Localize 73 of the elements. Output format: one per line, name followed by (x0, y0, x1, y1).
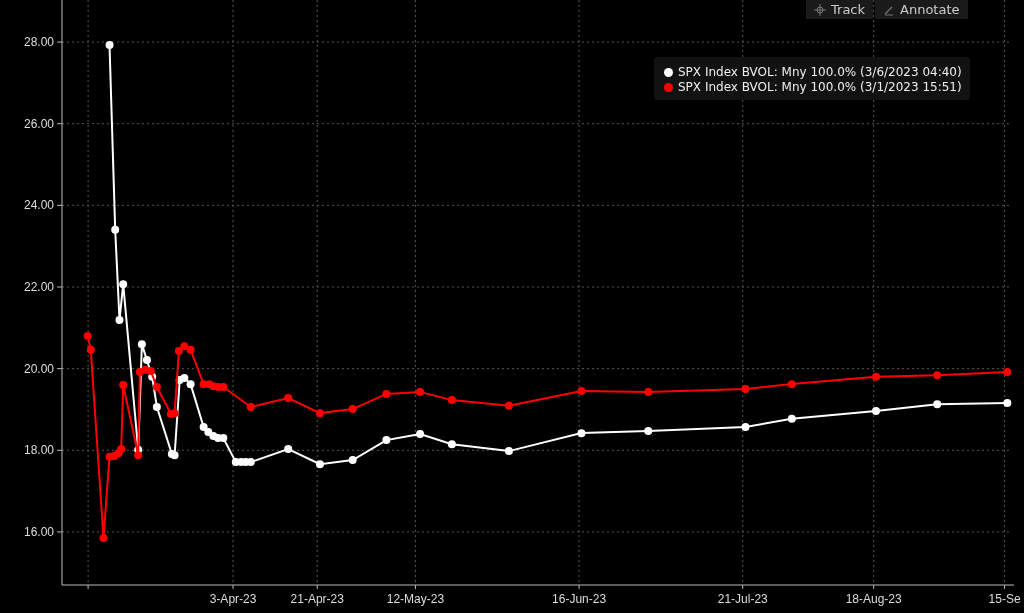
data-point (246, 458, 255, 467)
x-axis-label: 16-Jun-23 (552, 592, 607, 606)
data-point (872, 372, 880, 381)
data-point (416, 429, 425, 438)
data-point (382, 389, 391, 398)
data-point (315, 409, 324, 418)
data-point (152, 403, 161, 411)
data-point (315, 460, 324, 469)
data-point (86, 345, 95, 354)
data-point (933, 371, 942, 380)
y-axis-label: 18.00 (23, 443, 54, 458)
x-axis-label: 3-Apr-23 (209, 592, 257, 606)
data-point (577, 387, 586, 396)
data-point (416, 387, 425, 396)
x-axis-label: 12-May-23 (386, 592, 445, 606)
data-point (644, 387, 653, 396)
track-button[interactable]: Track (806, 0, 874, 19)
x-axis-label: 15-Se (988, 592, 1021, 606)
data-point (787, 414, 796, 423)
data-point (348, 456, 357, 465)
data-point (1003, 367, 1012, 376)
data-point (204, 427, 213, 436)
data-point (787, 380, 796, 389)
data-point (504, 447, 513, 456)
data-point (447, 440, 456, 449)
data-point (83, 332, 92, 340)
data-point (741, 385, 750, 394)
data-point (137, 340, 146, 349)
y-axis-label: 22.00 (23, 280, 54, 294)
data-point (174, 347, 183, 356)
data-point (219, 434, 228, 443)
data-point (644, 427, 653, 436)
data-point (111, 225, 120, 234)
data-point (577, 429, 586, 438)
y-axis-label: 24.00 (23, 198, 54, 213)
data-point (152, 383, 161, 391)
data-point (186, 380, 195, 389)
data-point (382, 436, 391, 445)
y-axis-label: 16.00 (23, 524, 54, 539)
legend-label: SPX Index BVOL: Mny 100.0% (3/6/2023 04:40) (678, 65, 962, 79)
data-point (170, 409, 179, 418)
data-point (119, 280, 128, 289)
data-point (872, 407, 880, 416)
y-axis-label: 28.00 (23, 35, 54, 50)
data-point (115, 316, 124, 325)
data-point (180, 342, 189, 351)
y-axis-label: 20.00 (23, 361, 54, 376)
data-point (99, 534, 108, 543)
x-axis-label: 21-Apr-23 (290, 592, 344, 606)
annotate-button[interactable]: Annotate (875, 0, 968, 19)
x-axis-label: 18-Aug-23 (845, 592, 902, 606)
data-point (348, 405, 357, 414)
data-point (141, 365, 150, 374)
data-point (504, 401, 513, 410)
x-axis-label: 21-Jul-23 (717, 592, 768, 606)
crosshair-icon (814, 3, 826, 16)
data-point (134, 451, 143, 460)
data-point (119, 380, 128, 389)
data-point (105, 40, 114, 49)
data-point (1003, 398, 1012, 407)
data-point (284, 445, 293, 454)
y-axis-label: 26.00 (23, 116, 54, 131)
data-point (186, 345, 195, 354)
data-point (146, 367, 155, 376)
data-point (180, 374, 189, 383)
data-point (284, 394, 293, 403)
legend-label: SPX Index BVOL: Mny 100.0% (3/1/2023 15:51) (678, 80, 962, 94)
data-point (447, 396, 456, 405)
data-point (741, 423, 750, 431)
data-point (933, 400, 942, 409)
data-point (117, 445, 126, 454)
data-point (246, 403, 255, 411)
data-point (142, 356, 151, 365)
